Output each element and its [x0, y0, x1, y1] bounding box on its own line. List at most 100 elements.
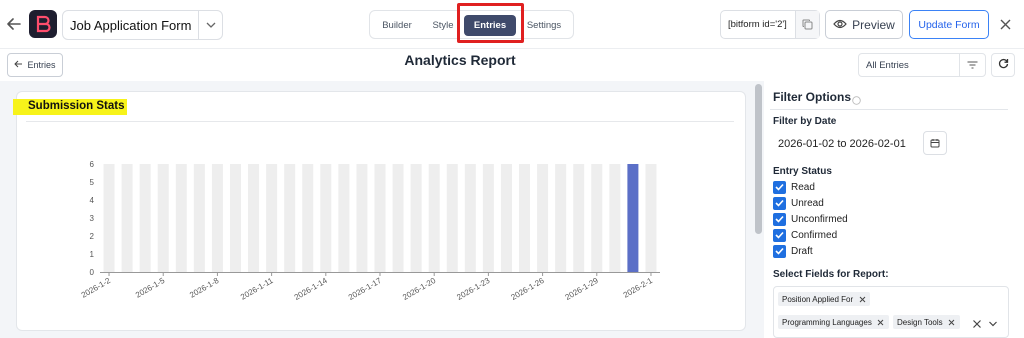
- status-checkbox-unconfirmed[interactable]: Unconfirmed: [773, 212, 848, 226]
- info-icon[interactable]: [852, 92, 861, 105]
- chart-background-bar: [555, 164, 567, 272]
- chart-background-bar: [609, 164, 621, 272]
- chart-background-bar: [482, 164, 494, 272]
- chart-background-bar: [537, 164, 549, 272]
- chart-background-bar: [302, 164, 314, 272]
- chart-background-bar: [645, 164, 657, 272]
- field-chip-label: Design Tools: [897, 317, 943, 327]
- preview-button[interactable]: Preview: [825, 10, 903, 39]
- eye-icon: [833, 18, 847, 32]
- close-icon[interactable]: [876, 317, 886, 327]
- back-to-entries-button[interactable]: Entries: [7, 53, 63, 77]
- arrow-left-icon: [14, 60, 23, 70]
- chart-background-bar: [175, 164, 187, 272]
- tab-style[interactable]: Style: [426, 15, 460, 36]
- checkbox-check-icon[interactable]: [773, 196, 786, 210]
- x-tick-label: 2026-1-20: [401, 276, 438, 302]
- x-tick-label: 2026-1-14: [293, 276, 330, 302]
- header-divider: [0, 48, 1024, 49]
- filter-divider: [770, 109, 1008, 110]
- back-arrow-icon[interactable]: [4, 12, 24, 36]
- card-divider: [26, 121, 734, 122]
- chart-background-bar: [284, 164, 296, 272]
- chart-background-bar: [500, 164, 512, 272]
- content-scrollbar[interactable]: [755, 84, 762, 234]
- tab-settings[interactable]: Settings: [520, 15, 568, 36]
- chart-background-bar: [374, 164, 386, 272]
- chart-background-bar: [266, 164, 278, 272]
- chart-background-bar: [519, 164, 531, 272]
- chart-background-bar: [338, 164, 350, 272]
- chart-background-bar: [103, 164, 115, 272]
- chart-background-bar: [157, 164, 169, 272]
- filter-by-date-label: Filter by Date: [773, 116, 837, 127]
- status-label: Unread: [791, 197, 824, 209]
- close-icon[interactable]: [996, 14, 1014, 34]
- close-icon[interactable]: [857, 294, 867, 304]
- x-tick-label: 2026-1-26: [509, 276, 546, 302]
- x-tick-label: 2026-1-29: [564, 276, 601, 302]
- status-checkbox-confirmed[interactable]: Confirmed: [773, 228, 837, 242]
- clear-fields-icon[interactable]: [972, 316, 982, 328]
- submission-chart: 0 1 2 3 4 5 6 2026-1-2 2026-1-5 2026-1-8 2026-1-1…: [80, 160, 660, 302]
- chevron-down-icon[interactable]: [988, 316, 998, 327]
- calendar-icon[interactable]: [923, 131, 947, 155]
- update-form-button[interactable]: Update Form: [909, 10, 989, 39]
- x-tick-label: 2026-1-5: [134, 276, 167, 300]
- y-tick-label: 1: [90, 250, 95, 259]
- form-name: Job Application Form: [70, 17, 192, 33]
- select-fields-label: Select Fields for Report:: [773, 269, 889, 280]
- status-checkbox-read[interactable]: Read: [773, 180, 815, 194]
- tab-builder[interactable]: Builder: [376, 15, 418, 36]
- chart-background-bar: [248, 164, 260, 272]
- entries-filter-select[interactable]: All Entries: [858, 53, 986, 77]
- chart-background-bar: [446, 164, 458, 272]
- field-chip-label: Position Applied For: [782, 294, 854, 304]
- refresh-button[interactable]: [991, 53, 1015, 77]
- chart-background-bar: [229, 164, 241, 272]
- date-range-input[interactable]: 2026-01-02 to 2026-02-01: [773, 132, 919, 155]
- chart-background-bar: [464, 164, 476, 272]
- checkbox-check-icon[interactable]: [773, 228, 786, 242]
- checkbox-check-icon[interactable]: [773, 244, 786, 258]
- field-chip-design: Design Tools: [893, 315, 960, 329]
- chart-background-bar: [591, 164, 603, 272]
- chart-background-bar: [121, 164, 133, 272]
- x-tick-label: 2026-1-23: [455, 276, 492, 302]
- entries-tab-highlight: [457, 3, 524, 43]
- preview-label: Preview: [852, 17, 895, 32]
- status-checkbox-unread[interactable]: Unread: [773, 196, 824, 210]
- y-tick-label: 4: [90, 196, 95, 205]
- chart-background-bar: [410, 164, 422, 272]
- y-tick-label: 6: [90, 160, 95, 169]
- y-tick-label: 2: [90, 232, 95, 241]
- close-icon[interactable]: [947, 317, 957, 327]
- status-checkbox-draft[interactable]: Draft: [773, 244, 813, 258]
- field-chip-languages: Programming Languages: [778, 315, 889, 329]
- filter-lines-icon[interactable]: [959, 54, 985, 76]
- top-toolbar: Job Application Form Builder Style Entri…: [0, 0, 1024, 48]
- form-selector[interactable]: Job Application Form: [62, 10, 223, 40]
- checkbox-check-icon[interactable]: [773, 212, 786, 226]
- x-tick-label: 2026-1-17: [347, 276, 384, 302]
- chart-background-bar: [320, 164, 332, 272]
- back-to-entries-label: Entries: [27, 60, 56, 70]
- status-label: Read: [791, 181, 815, 193]
- x-tick-label: 2026-1-8: [188, 276, 221, 300]
- chart-bar[interactable]: [627, 164, 639, 272]
- shortcode-text: [bitform id='2']: [728, 19, 787, 30]
- chevron-down-icon[interactable]: [198, 11, 222, 39]
- x-tick-label: 2026-1-11: [239, 276, 275, 302]
- x-tick-label: 2026-1-2: [80, 276, 113, 300]
- fields-multiselect[interactable]: Position Applied For Programming Languag…: [773, 286, 1009, 338]
- status-label: Draft: [791, 245, 813, 257]
- chart-background-bar: [139, 164, 151, 272]
- chart-background-bar: [356, 164, 368, 272]
- checkbox-check-icon[interactable]: [773, 180, 786, 194]
- chart-background-bar: [211, 164, 223, 272]
- bitform-logo: [29, 10, 57, 38]
- page-title: Analytics Report: [404, 52, 516, 68]
- field-chip-position: Position Applied For: [778, 292, 871, 306]
- copy-icon[interactable]: [795, 11, 819, 38]
- shortcode-field[interactable]: [bitform id='2']: [720, 10, 820, 39]
